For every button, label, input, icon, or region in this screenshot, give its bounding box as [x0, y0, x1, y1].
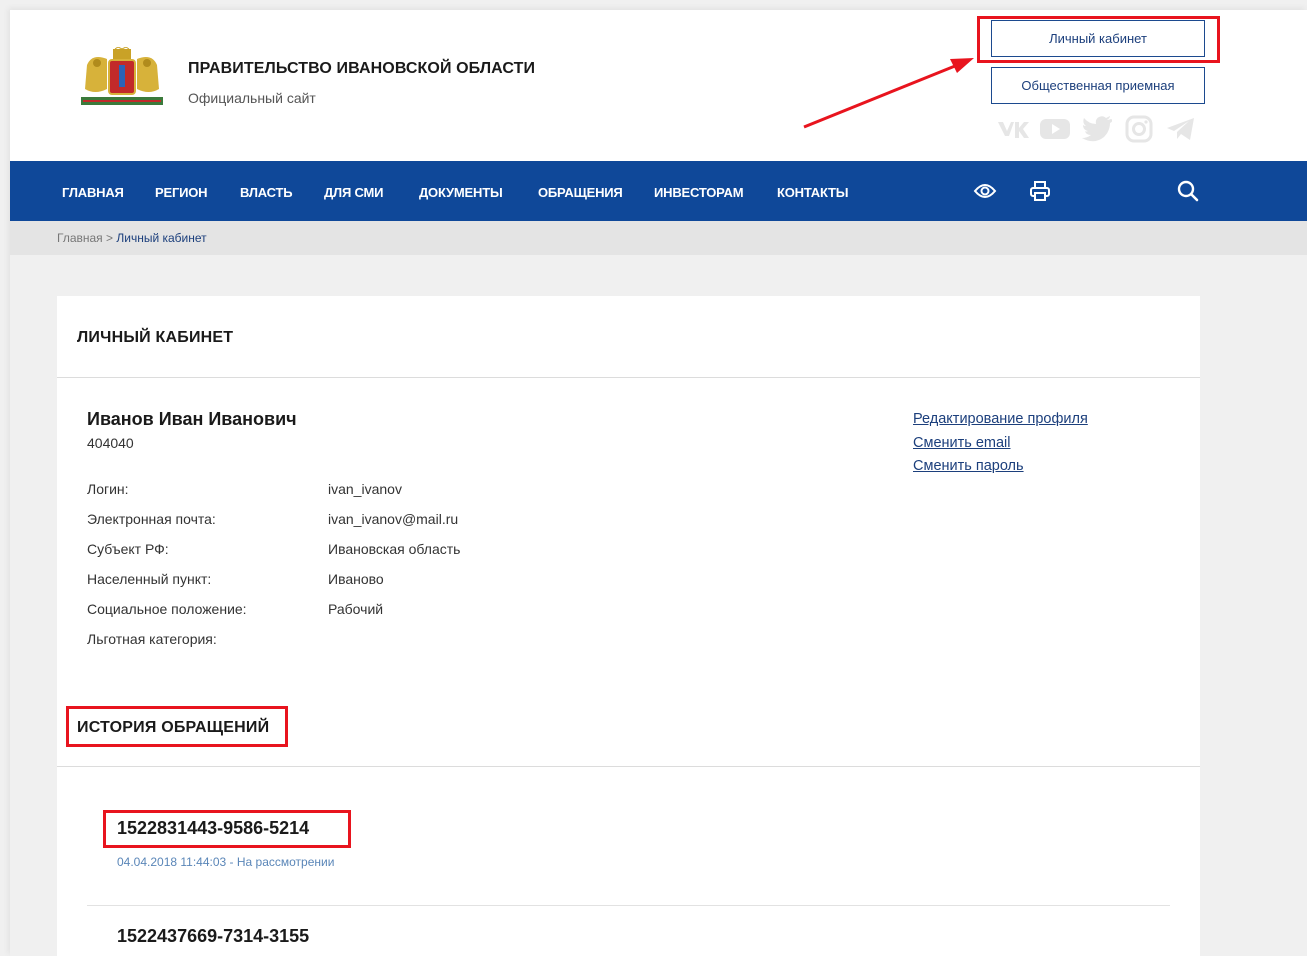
- cabinet-card: ЛИЧНЫЙ КАБИНЕТ Иванов Иван Иванович 4040…: [57, 296, 1200, 956]
- public-reception-button[interactable]: Общественная приемная: [991, 67, 1205, 104]
- coat-of-arms-logo[interactable]: [77, 47, 167, 109]
- field-label: Льготная категория:: [87, 631, 217, 647]
- nav-item-main[interactable]: ГЛАВНАЯ: [62, 161, 124, 221]
- edit-profile-link[interactable]: Редактирование профиля: [913, 411, 1088, 435]
- nav-item-investors[interactable]: ИНВЕСТОРАМ: [654, 161, 744, 221]
- field-value: ivan_ivanov: [328, 481, 402, 497]
- main-navigation: ГЛАВНАЯ РЕГИОН ВЛАСТЬ ДЛЯ СМИ ДОКУМЕНТЫ …: [10, 161, 1307, 221]
- cabinet-title: ЛИЧНЫЙ КАБИНЕТ: [77, 329, 234, 346]
- field-row: Социальное положение: Рабочий: [87, 601, 460, 631]
- field-value: ivan_ivanov@mail.ru: [328, 511, 459, 527]
- telegram-icon[interactable]: [1165, 114, 1197, 144]
- field-row: Льготная категория:: [87, 631, 460, 661]
- user-id: 404040: [87, 435, 134, 451]
- appeal-item: 1522437669-7314-3155: [117, 926, 309, 947]
- field-value: Иваново: [328, 571, 384, 587]
- nav-item-contacts[interactable]: КОНТАКТЫ: [777, 161, 848, 221]
- nav-item-region[interactable]: РЕГИОН: [155, 161, 208, 221]
- field-row: Электронная почта: ivan_ivanov@mail.ru: [87, 511, 460, 541]
- nav-item-media[interactable]: ДЛЯ СМИ: [324, 161, 384, 221]
- user-full-name: Иванов Иван Иванович: [87, 409, 297, 429]
- appeal-number[interactable]: 1522831443-9586-5214: [117, 818, 334, 839]
- field-label: Социальное положение:: [87, 601, 247, 617]
- site-header: ПРАВИТЕЛЬСТВО ИВАНОВСКОЙ ОБЛАСТИ Официал…: [10, 10, 1307, 161]
- field-value: Рабочий: [328, 601, 384, 617]
- field-label: Логин:: [87, 481, 129, 497]
- row-divider: [87, 905, 1170, 906]
- vk-icon[interactable]: [997, 114, 1029, 144]
- social-links: [997, 114, 1197, 144]
- field-row: Населенный пункт: Иваново: [87, 571, 460, 601]
- print-icon[interactable]: [1028, 179, 1052, 203]
- breadcrumb-home-link[interactable]: Главная: [57, 231, 103, 245]
- history-title: ИСТОРИЯ ОБРАЩЕНИЙ: [77, 719, 270, 736]
- site-title: ПРАВИТЕЛЬСТВО ИВАНОВСКОЙ ОБЛАСТИ: [188, 60, 536, 77]
- eye-icon[interactable]: [973, 179, 997, 203]
- field-value: Ивановская область: [328, 541, 461, 557]
- change-email-link[interactable]: Сменить email: [913, 435, 1088, 459]
- breadcrumb-current: Личный кабинет: [116, 231, 207, 245]
- personal-cabinet-button[interactable]: Личный кабинет: [991, 20, 1205, 57]
- youtube-icon[interactable]: [1039, 114, 1071, 144]
- appeal-item: 1522831443-9586-5214 04.04.2018 11:44:03…: [117, 818, 334, 869]
- page: ПРАВИТЕЛЬСТВО ИВАНОВСКОЙ ОБЛАСТИ Официал…: [10, 10, 1307, 956]
- site-subtitle: Официальный сайт: [188, 90, 316, 106]
- instagram-icon[interactable]: [1123, 114, 1155, 144]
- nav-item-government[interactable]: ВЛАСТЬ: [240, 161, 293, 221]
- appeal-number[interactable]: 1522437669-7314-3155: [117, 926, 309, 947]
- search-icon[interactable]: [1176, 179, 1200, 203]
- nav-item-appeals[interactable]: ОБРАЩЕНИЯ: [538, 161, 623, 221]
- breadcrumb-separator: >: [102, 231, 117, 245]
- profile-links: Редактирование профиля Сменить email Сме…: [913, 411, 1088, 482]
- profile-fields: Логин: ivan_ivanov Электронная почта: ivan…: [87, 481, 460, 661]
- breadcrumb: Главная > Личный кабинет: [10, 221, 1307, 255]
- field-row: Логин: ivan_ivanov: [87, 481, 460, 511]
- field-label: Субъект РФ:: [87, 541, 169, 557]
- appeal-meta: 04.04.2018 11:44:03 - На рассмотрении: [117, 855, 335, 869]
- divider: [57, 377, 1200, 378]
- nav-item-documents[interactable]: ДОКУМЕНТЫ: [419, 161, 503, 221]
- twitter-icon[interactable]: [1081, 114, 1113, 144]
- field-label: Населенный пункт:: [87, 571, 212, 587]
- divider: [57, 766, 1200, 767]
- field-label: Электронная почта:: [87, 511, 216, 527]
- change-password-link[interactable]: Сменить пароль: [913, 458, 1088, 482]
- field-row: Субъект РФ: Ивановская область: [87, 541, 460, 571]
